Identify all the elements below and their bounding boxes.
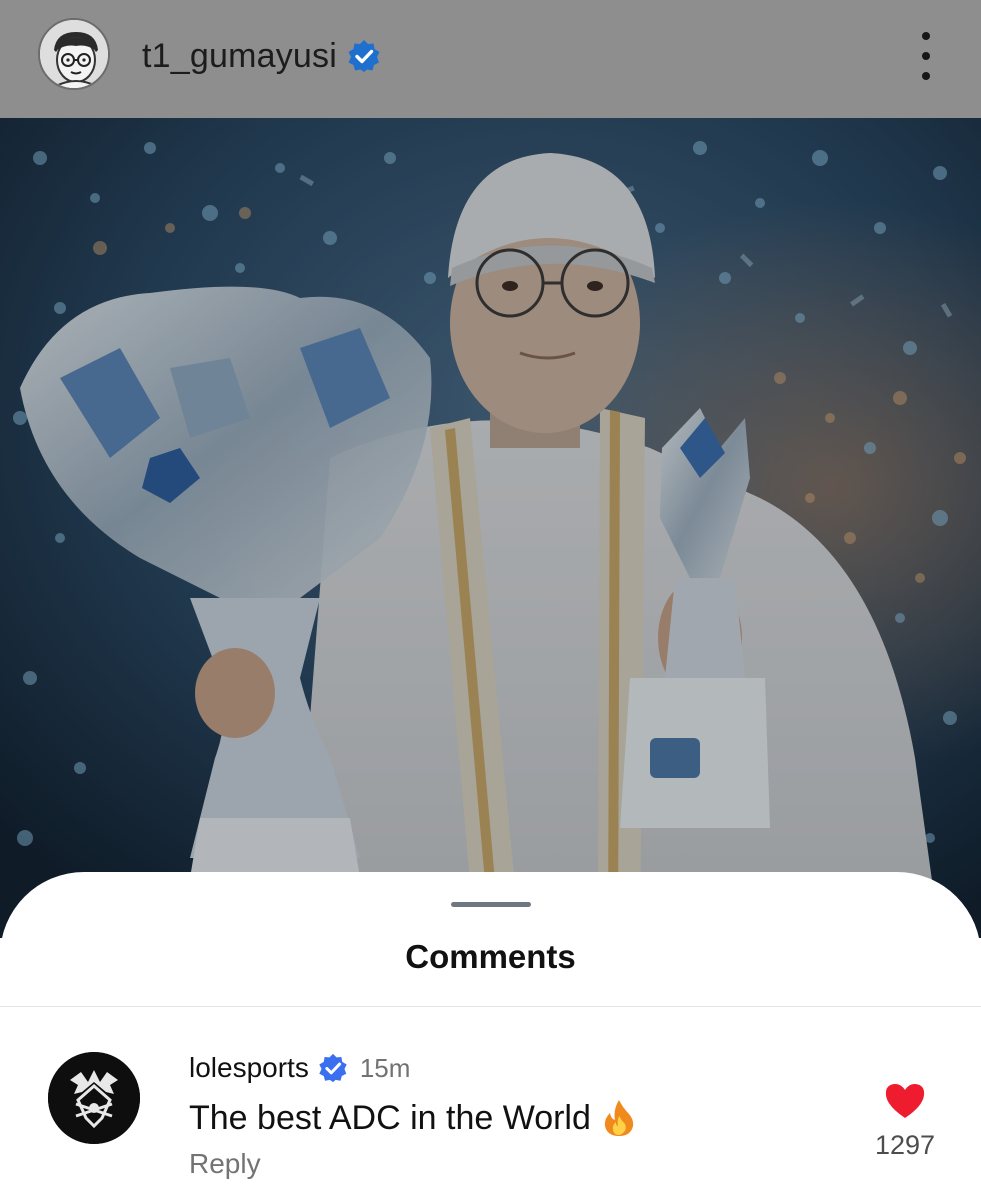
- reply-button[interactable]: Reply: [189, 1148, 261, 1180]
- comment-author-avatar[interactable]: [48, 1052, 140, 1144]
- verified-badge-icon: [348, 40, 380, 72]
- author-row: t1_gumayusi: [142, 34, 381, 78]
- fire-icon: [604, 1100, 634, 1136]
- comment-text: The best ADC in the World: [189, 1098, 591, 1137]
- sheet-title: Comments: [405, 938, 576, 975]
- verified-badge-icon: [319, 1053, 347, 1083]
- more-dot-icon: [922, 52, 930, 60]
- more-dot-icon: [922, 32, 930, 40]
- post-photo[interactable]: [0, 118, 981, 938]
- more-dot-icon: [922, 72, 930, 80]
- post-header: t1_gumayusi: [0, 0, 981, 118]
- like-count: 1297: [874, 1130, 936, 1160]
- more-options-button[interactable]: [906, 32, 946, 80]
- heart-like-icon[interactable]: [884, 1082, 926, 1120]
- trophy-photo-image: [0, 118, 981, 938]
- comment-timestamp: 15m: [359, 1052, 411, 1083]
- comment-author-name[interactable]: lolesports: [189, 1052, 309, 1084]
- author-avatar[interactable]: [38, 18, 110, 90]
- comment-header: lolesports 15m: [189, 1050, 410, 1086]
- comment-body: The best ADC in the World: [189, 1096, 635, 1140]
- lolesports-logo-icon: [48, 1052, 140, 1144]
- comments-sheet: Comments lolesports 15m The best ADC in …: [0, 872, 981, 1200]
- sheet-drag-handle[interactable]: [451, 902, 531, 907]
- author-username[interactable]: t1_gumayusi: [142, 37, 337, 76]
- cartoon-avatar-icon: [40, 20, 108, 88]
- sheet-divider: [0, 1006, 981, 1007]
